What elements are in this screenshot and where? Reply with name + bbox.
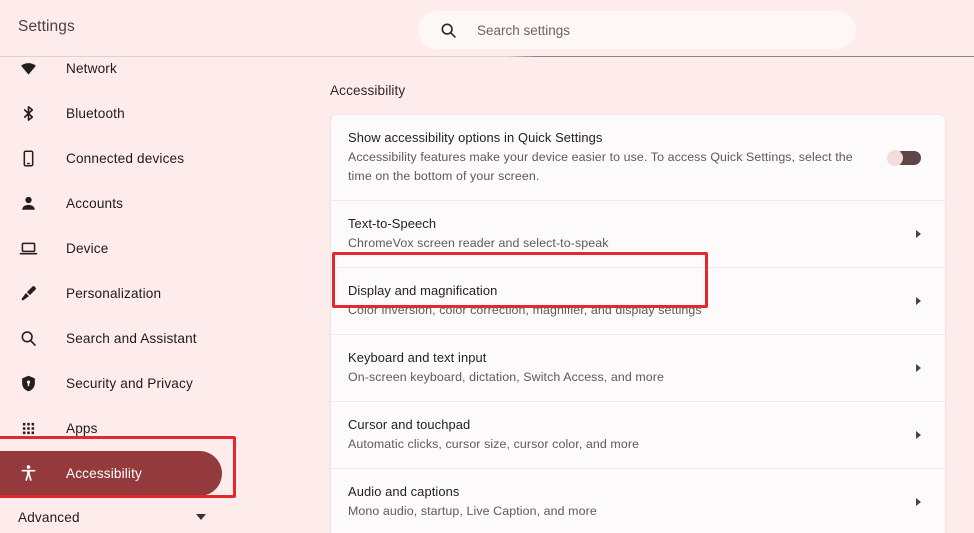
row-control [887, 230, 921, 238]
row-subtitle: Mono audio, startup, Live Caption, and m… [348, 504, 597, 518]
row-title: Display and magnification [348, 283, 498, 298]
search-icon [440, 22, 457, 39]
sidebar-nav: Network Bluetooth Connected devices Acco… [0, 46, 300, 533]
sidebar-item-label: Accessibility [66, 466, 142, 481]
row-subtitle: Automatic clicks, cursor size, cursor co… [348, 437, 640, 451]
sidebar-item-search-and-assistant[interactable]: Search and Assistant [0, 316, 300, 361]
phone-icon [18, 149, 38, 169]
search-input[interactable] [477, 22, 817, 38]
row-text: Keyboard and text input On-screen keyboa… [348, 335, 879, 401]
sidebar-item-label: Bluetooth [66, 106, 125, 121]
sidebar-advanced-label: Advanced [18, 509, 80, 525]
row-subtitle: On-screen keyboard, dictation, Switch Ac… [348, 370, 664, 384]
settings-card: Show accessibility options in Quick Sett… [331, 115, 945, 533]
row-title: Cursor and touchpad [348, 417, 471, 432]
row-title: Keyboard and text input [348, 350, 487, 365]
row-control [887, 364, 921, 372]
sidebar-item-personalization[interactable]: Personalization [0, 271, 300, 316]
sidebar-item-accessibility[interactable]: Accessibility [0, 451, 222, 496]
row-cursor-and-touchpad[interactable]: Cursor and touchpad Automatic clicks, cu… [331, 402, 945, 469]
sidebar-item-bluetooth[interactable]: Bluetooth [0, 91, 300, 136]
sidebar-item-label: Apps [66, 421, 98, 436]
wifi-icon [18, 59, 38, 79]
row-subtitle: Accessibility features make your device … [348, 150, 853, 183]
magnifier-icon [18, 329, 38, 349]
row-title: Text-to-Speech [348, 216, 437, 231]
top-header: Settings [0, 0, 974, 57]
person-icon [18, 194, 38, 214]
sidebar-item-device[interactable]: Device [0, 226, 300, 271]
row-text: Audio and captions Mono audio, startup, … [348, 469, 879, 533]
sidebar-item-label: Network [66, 61, 117, 76]
main-content: Accessibility Show accessibility options… [300, 57, 974, 533]
chevron-right-icon[interactable] [916, 230, 921, 238]
chevron-down-icon [196, 514, 206, 520]
grid-apps-icon [18, 419, 38, 439]
sidebar-item-label: Device [66, 241, 109, 256]
sidebar-item-accounts[interactable]: Accounts [0, 181, 300, 226]
row-control [887, 149, 921, 166]
row-title: Audio and captions [348, 484, 460, 499]
row-keyboard-and-text-input[interactable]: Keyboard and text input On-screen keyboa… [331, 335, 945, 402]
row-text: Show accessibility options in Quick Sett… [348, 115, 879, 200]
sidebar-item-security-and-privacy[interactable]: Security and Privacy [0, 361, 300, 406]
chevron-right-icon[interactable] [916, 297, 921, 305]
row-display-and-magnification[interactable]: Display and magnification Color inversio… [331, 268, 945, 335]
row-text: Display and magnification Color inversio… [348, 268, 879, 334]
row-subtitle: ChromeVox screen reader and select-to-sp… [348, 236, 609, 250]
row-control [887, 498, 921, 506]
search-bar[interactable] [418, 11, 856, 49]
chevron-right-icon[interactable] [916, 431, 921, 439]
chevron-right-icon[interactable] [916, 498, 921, 506]
bluetooth-icon [18, 104, 38, 124]
row-control [887, 431, 921, 439]
row-text-to-speech[interactable]: Text-to-Speech ChromeVox screen reader a… [331, 201, 945, 268]
row-show-accessibility-options[interactable]: Show accessibility options in Quick Sett… [331, 115, 945, 201]
sidebar-item-label: Security and Privacy [66, 376, 193, 391]
row-text: Cursor and touchpad Automatic clicks, cu… [348, 402, 879, 468]
toggle-knob [887, 149, 903, 166]
sidebar-item-connected-devices[interactable]: Connected devices [0, 136, 300, 181]
row-control [887, 297, 921, 305]
sidebar-item-apps[interactable]: Apps [0, 406, 300, 451]
sidebar-item-label: Accounts [66, 196, 124, 211]
sidebar-item-label: Personalization [66, 286, 162, 301]
brush-icon [18, 284, 38, 304]
chevron-right-icon[interactable] [916, 364, 921, 372]
row-text: Text-to-Speech ChromeVox screen reader a… [348, 201, 879, 267]
accessibility-icon [18, 464, 38, 484]
app-title: Settings [18, 18, 75, 35]
header-divider [0, 56, 974, 57]
row-audio-and-captions[interactable]: Audio and captions Mono audio, startup, … [331, 469, 945, 533]
row-title: Show accessibility options in Quick Sett… [348, 130, 603, 145]
quick-settings-toggle[interactable] [887, 149, 921, 166]
row-subtitle: Color inversion, color correction, magni… [348, 303, 702, 317]
sidebar-item-label: Connected devices [66, 151, 185, 166]
shield-icon [18, 374, 38, 394]
sidebar-item-label: Search and Assistant [66, 331, 197, 346]
laptop-icon [18, 239, 38, 259]
page-title: Accessibility [330, 83, 406, 98]
sidebar-advanced-toggle[interactable]: Advanced [0, 496, 300, 533]
